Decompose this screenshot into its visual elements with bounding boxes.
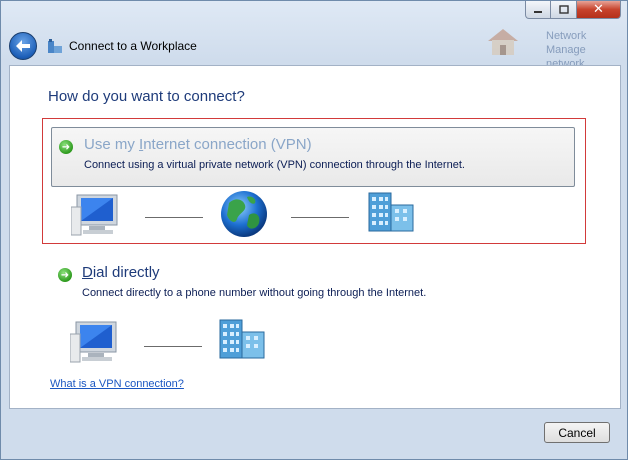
minimize-button[interactable] [525,1,551,19]
option-dial-title: Dial directly [82,264,160,281]
option-vpn-description: Connect using a virtual private network … [84,159,465,171]
back-arrow-icon [16,40,30,52]
computer-icon [70,321,117,363]
workplace-app-icon [48,39,62,53]
vpn-help-link[interactable]: What is a VPN connection? [50,378,184,390]
maximize-button[interactable] [551,1,577,19]
cancel-button[interactable]: Cancel [544,422,610,443]
main-heading: How do you want to connect? [48,88,245,105]
minimize-icon [534,10,542,13]
option-vpn[interactable]: ➜ Use my Internet connection (VPN) Conne… [42,118,586,244]
title-bar-buttons: ✕ [525,1,621,21]
dialog-window: Network Manage network ✕ Connect to a Wo… [0,0,628,460]
close-button[interactable]: ✕ [577,1,621,19]
content-panel: How do you want to connect? ➜ Use my Int… [9,65,621,409]
option-vpn-title: Use my Internet connection (VPN) [84,136,312,153]
green-arrow-icon: ➜ [58,268,72,282]
connector-line [144,346,202,347]
building-icon [219,319,265,359]
globe-icon [221,191,267,237]
maximize-icon [558,4,569,14]
green-arrow-icon: ➜ [59,140,73,154]
computer-icon [71,194,118,236]
option-dial-description: Connect directly to a phone number witho… [82,287,427,299]
back-button[interactable] [9,32,37,60]
connector-line [291,217,349,218]
header: Connect to a Workplace [9,29,609,63]
page-title: Connect to a Workplace [69,39,197,53]
option-dial[interactable]: ➜ Dial directly Connect directly to a ph… [42,258,586,368]
building-icon [368,192,414,232]
close-icon: ✕ [593,2,604,17]
connector-line [145,217,203,218]
option-vpn-button[interactable]: ➜ Use my Internet connection (VPN) Conne… [51,127,575,187]
